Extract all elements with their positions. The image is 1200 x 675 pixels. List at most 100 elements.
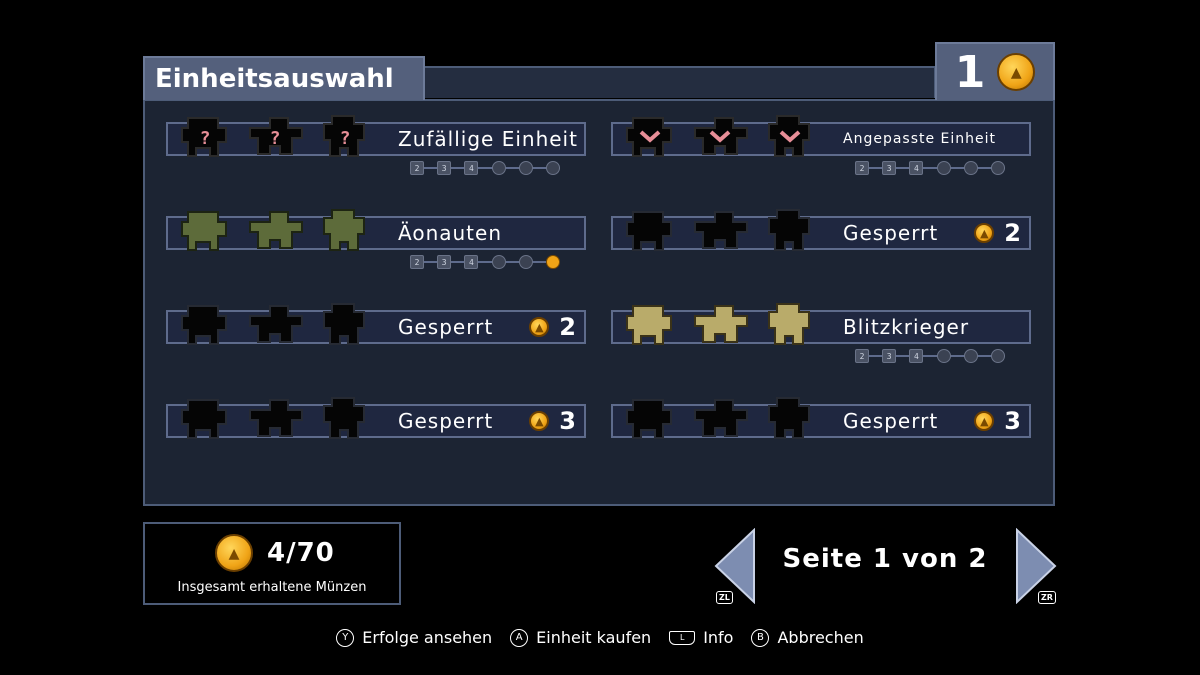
unit-cost-value: 2 xyxy=(559,313,576,341)
unit-cost-value: 3 xyxy=(1004,407,1021,435)
unit-name: Angepasste Einheit xyxy=(843,131,997,147)
coin-icon: ▲ xyxy=(997,53,1036,91)
control-hint[interactable]: A Einheit kaufen xyxy=(510,628,651,647)
unit-sprite-icon xyxy=(244,296,306,352)
trophy-icon: 3 xyxy=(882,161,897,175)
controls-hint-bar: Y Erfolge ansehen A Einheit kaufen L Info B Abb… xyxy=(0,628,1200,647)
trophy-icon: 4 xyxy=(909,161,924,175)
unit-sprite-icon xyxy=(244,390,306,446)
unit-name: Gesperrt xyxy=(398,409,494,433)
control-hint[interactable]: B Abbrechen xyxy=(751,628,864,647)
unit-sprite-icon xyxy=(314,202,376,258)
achievement-medals: 234 xyxy=(855,348,1005,364)
medal-icon xyxy=(963,161,978,175)
trophy-icon: 2 xyxy=(855,349,869,363)
medal-icon xyxy=(963,349,978,363)
medal-icon xyxy=(518,161,533,175)
coin-balance: 1 ▲ xyxy=(935,42,1055,100)
unit-sprite-icon xyxy=(314,390,376,446)
coin-icon: ▲ xyxy=(974,411,995,431)
unit-sprite-icon xyxy=(244,202,306,258)
unit-sprite-icon: ? xyxy=(244,108,306,164)
unit-sprites xyxy=(619,390,821,446)
unit-slot[interactable]: ??? Zufällige Einheit 2 3 4 xyxy=(166,112,586,192)
page-indicator: Seite 1 von 2 xyxy=(782,544,988,574)
page-title-text: Einheitsauswahl xyxy=(155,64,394,94)
unit-sprites xyxy=(174,390,376,446)
svg-text:?: ? xyxy=(200,128,211,149)
trophy-icon: 4 xyxy=(909,349,924,363)
unit-sprite-icon xyxy=(689,390,751,446)
medal-icon xyxy=(990,349,1005,363)
face-button-icon: Y xyxy=(336,628,355,647)
unit-sprite-icon xyxy=(759,296,821,352)
unit-cost-value: 3 xyxy=(559,407,576,435)
control-hint[interactable]: Y Erfolge ansehen xyxy=(336,628,492,647)
unit-sprites xyxy=(619,296,821,352)
unit-name: Äonauten xyxy=(398,221,502,245)
unit-slot[interactable]: Gesperrt ▲ 2 xyxy=(166,300,586,380)
unit-cost: ▲ 2 xyxy=(529,310,576,344)
unit-sprite-icon xyxy=(619,108,681,164)
unit-cost-value: 2 xyxy=(1004,219,1021,247)
medal-icon xyxy=(990,161,1005,175)
unit-cost: ▲ 3 xyxy=(529,404,576,438)
total-coins-box: ▲ 4/70 Insgesamt erhaltene Münzen xyxy=(143,522,401,605)
total-coins-count: 4/70 xyxy=(267,538,335,568)
medal-icon xyxy=(491,255,506,269)
unit-sprite-icon xyxy=(174,202,236,258)
unit-slot[interactable]: Angepasste Einheit 2 3 4 xyxy=(611,112,1031,192)
coin-icon: ▲ xyxy=(215,534,253,572)
zl-button-tag: ZL xyxy=(716,591,733,604)
page-title: Einheitsauswahl xyxy=(143,56,425,100)
unit-name: Zufällige Einheit xyxy=(398,127,578,151)
unit-slot[interactable]: Äonauten 2 3 4 xyxy=(166,206,586,286)
unit-sprite-icon xyxy=(689,202,751,258)
control-hint-label: Einheit kaufen xyxy=(536,628,652,647)
unit-sprite-icon xyxy=(174,296,236,352)
unit-slot[interactable]: Blitzkrieger 2 3 4 xyxy=(611,300,1031,380)
face-button-icon: A xyxy=(510,628,529,647)
achievement-medals: 234 xyxy=(410,254,560,270)
total-coins-caption: Insgesamt erhaltene Münzen xyxy=(177,580,367,595)
medal-icon xyxy=(936,349,951,363)
coin-icon: ▲ xyxy=(974,223,995,243)
unit-slot[interactable]: Gesperrt ▲ 2 xyxy=(611,206,1031,286)
unit-slot[interactable]: Gesperrt ▲ 3 xyxy=(611,394,1031,474)
coin-icon: ▲ xyxy=(529,411,550,431)
coin-balance-count: 1 xyxy=(954,46,986,98)
trophy-icon: 4 xyxy=(464,255,479,269)
trophy-icon: 4 xyxy=(464,161,479,175)
unit-sprite-icon xyxy=(759,108,821,164)
unit-cost: ▲ 2 xyxy=(974,216,1021,250)
control-hint[interactable]: L Info xyxy=(669,628,733,647)
unit-sprites xyxy=(174,296,376,352)
trophy-icon: 2 xyxy=(410,161,424,175)
control-hint-label: Erfolge ansehen xyxy=(362,628,493,647)
trophy-icon: 3 xyxy=(437,161,452,175)
medal-icon xyxy=(936,161,951,175)
achievement-medals: 234 xyxy=(855,160,1005,176)
shoulder-button-icon: L xyxy=(669,630,696,645)
unit-sprites: ??? xyxy=(174,108,376,164)
achievement-medals: 234 xyxy=(410,160,560,176)
control-hint-label: Abbrechen xyxy=(777,628,864,647)
trophy-icon: 2 xyxy=(855,161,869,175)
trophy-icon: 3 xyxy=(437,255,452,269)
unit-sprite-icon xyxy=(619,202,681,258)
unit-name: Blitzkrieger xyxy=(843,315,970,339)
unit-sprite-icon xyxy=(759,390,821,446)
medal-icon xyxy=(491,161,506,175)
unit-sprite-icon xyxy=(689,108,751,164)
unit-sprites xyxy=(174,202,376,258)
unit-sprite-icon xyxy=(759,202,821,258)
unit-sprite-icon xyxy=(619,296,681,352)
unit-slot[interactable]: Gesperrt ▲ 3 xyxy=(166,394,586,474)
trophy-icon: 3 xyxy=(882,349,897,363)
unit-sprite-icon: ? xyxy=(314,108,376,164)
svg-text:?: ? xyxy=(270,128,281,149)
unit-name: Gesperrt xyxy=(843,409,939,433)
coin-icon: ▲ xyxy=(529,317,550,337)
medal-icon xyxy=(545,255,560,269)
face-button-icon: B xyxy=(751,628,770,647)
